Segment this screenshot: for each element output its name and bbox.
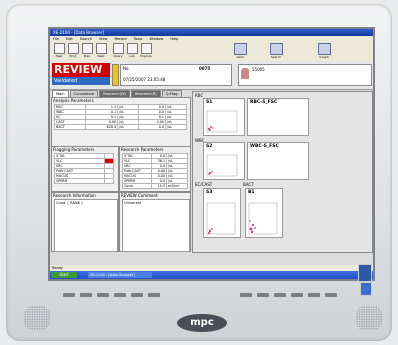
graph-button[interactable]: Graph: [318, 43, 331, 59]
scatter-plot[interactable]: B1: [245, 188, 283, 238]
research-table: X'TAL 0.0/uL YLC 36.1/uL SRC 0.0/uL Path.CA…: [122, 153, 188, 189]
windows-sticker: [360, 282, 372, 296]
flagging-table: X'TAL YLC SRC Path.CAST MUCUS SPERM: [54, 153, 114, 184]
tab-cumulative[interactable]: Cumulative: [69, 90, 99, 97]
review-comment-panel: REVIEW Comment Universal: [119, 192, 191, 252]
tab-research-r[interactable]: Research(R): [130, 90, 161, 97]
menu-edit[interactable]: Edit: [66, 37, 73, 41]
menu-file[interactable]: File: [53, 37, 59, 41]
table-row[interactable]: BACT 628.4/uL 0.0/uL: [54, 124, 187, 130]
query-icon: [112, 43, 124, 54]
sample-datetime: 07/25/2007 23:05:48: [123, 77, 166, 82]
front-button[interactable]: [148, 293, 160, 297]
front-button[interactable]: [274, 293, 286, 297]
table-row[interactable]: Cond. 10.3 mS/cm: [122, 183, 188, 189]
menu-window[interactable]: Window: [149, 37, 163, 41]
front-button[interactable]: [291, 293, 303, 297]
next-button[interactable]: Next: [95, 43, 107, 59]
sample-header: REVIEW Validated No. 0075 07/25/2007 23:…: [50, 61, 373, 90]
scatter-plot[interactable]: S2: [203, 142, 245, 180]
patient-info: 55005: [238, 64, 372, 86]
sample-tube-icon: [112, 64, 119, 86]
front-button[interactable]: [63, 293, 75, 297]
validated-banner: Validated: [52, 77, 110, 85]
research-info-panel: Research Information Cond. [ RANK ]: [51, 192, 119, 252]
analysis-table: RBC 1.1/uL 0.0/uL WBC 0.1/uL 0.0/uL SC 0.1/uL…: [54, 104, 187, 130]
patient-avatar: [241, 68, 249, 79]
right-speaker: [356, 306, 382, 330]
menu-record[interactable]: Record: [114, 37, 126, 41]
research-panel: Research Parameters X'TAL 0.0/uL YLC 36.1/…: [119, 146, 191, 192]
window-title: XE-2100 - [Data Browser]: [50, 29, 373, 36]
help-icon: [53, 43, 65, 54]
valid-button[interactable]: Valid: [234, 43, 247, 59]
sample-info: No. 0075 07/25/2007 23:05:48: [120, 64, 232, 86]
query-button[interactable]: Query: [112, 43, 124, 59]
sample-no: 0075: [199, 66, 211, 71]
patient-id: 55005: [252, 67, 265, 72]
review-banner: REVIEW: [52, 63, 110, 77]
explore-icon: [140, 43, 152, 54]
tab-research-w[interactable]: Research(W): [99, 90, 130, 97]
flagging-panel: Flagging Parameters X'TAL YLC SRC Path.C…: [51, 146, 119, 192]
taskbar-app-button[interactable]: XE-2100 - [Data Browser]: [88, 272, 152, 278]
histogram[interactable]: WBC-S_FSC: [247, 142, 309, 180]
front-button[interactable]: [240, 293, 252, 297]
print-icon: [67, 43, 79, 54]
research-info-content[interactable]: Cond. [ RANK ]: [54, 199, 118, 252]
analysis-panel: Analysis Parameters RBC 1.1/uL 0.0/uL WBC 0…: [51, 97, 191, 147]
review-comment-title: REVIEW Comment: [121, 193, 158, 198]
valid-icon: [234, 43, 247, 55]
scatter-plot[interactable]: S3: [203, 188, 241, 238]
search-icon: [270, 43, 283, 55]
menu-tools[interactable]: Tools: [134, 37, 143, 41]
list-icon: [126, 43, 138, 54]
front-button[interactable]: [257, 293, 269, 297]
chart-label-bact: BACT: [243, 182, 254, 187]
front-button[interactable]: [325, 293, 337, 297]
explore-button[interactable]: Explore: [140, 43, 152, 59]
front-button[interactable]: [80, 293, 92, 297]
brand-logo: mpc: [177, 314, 227, 332]
front-button[interactable]: [97, 293, 109, 297]
chart-label-ec-cast: EC/CAST: [195, 182, 213, 187]
scatter-points: [248, 202, 278, 235]
analysis-title: Analysis Parameters: [53, 98, 94, 103]
front-button[interactable]: [131, 293, 143, 297]
list-button[interactable]: List: [126, 43, 138, 59]
help-button[interactable]: Help: [53, 43, 65, 59]
toolbar: Help Print Prev Next Query List Explore …: [50, 42, 373, 62]
left-speaker: [24, 306, 50, 330]
start-button[interactable]: start: [51, 272, 77, 278]
graph-icon: [318, 43, 331, 55]
tab-main[interactable]: Main: [52, 90, 69, 97]
sample-no-label: No.: [123, 66, 130, 71]
front-button[interactable]: [308, 293, 320, 297]
review-comment-input[interactable]: Universal: [122, 199, 190, 252]
scatter-points: [206, 202, 236, 235]
monitor-screen: XE-2100 - [Data Browser] File Edit Searc…: [48, 27, 375, 281]
tab-q-flag[interactable]: Q-Flag: [161, 90, 182, 97]
tab-strip: Main Cumulative Research(W) Research(R) Q-Fl…: [52, 90, 183, 97]
intel-sticker: [358, 264, 372, 282]
chart-label-rbc: RBC: [195, 93, 204, 98]
menu-help[interactable]: Help: [170, 37, 178, 41]
charts-area: RBC S1 RBC-S_FSC WBC S2 WBC-S_FSC EC/CAS…: [192, 91, 373, 253]
menu-search[interactable]: Search: [80, 37, 92, 41]
research-title: Research Parameters: [121, 147, 164, 152]
scatter-plot[interactable]: S1: [203, 98, 245, 136]
histogram[interactable]: RBC-S_FSC: [247, 98, 309, 136]
search-button[interactable]: Search: [270, 43, 283, 59]
prev-icon: [81, 43, 93, 54]
menu-view[interactable]: View: [99, 37, 107, 41]
table-row[interactable]: SPERM: [54, 178, 114, 184]
print-button[interactable]: Print: [67, 43, 79, 59]
flagging-title: Flagging Parameters: [53, 147, 95, 152]
prev-button[interactable]: Prev: [81, 43, 93, 59]
front-button[interactable]: [114, 293, 126, 297]
next-icon: [95, 43, 107, 54]
research-info-title: Research Information: [53, 193, 96, 198]
taskbar: start XE-2100 - [Data Browser]: [50, 271, 373, 279]
